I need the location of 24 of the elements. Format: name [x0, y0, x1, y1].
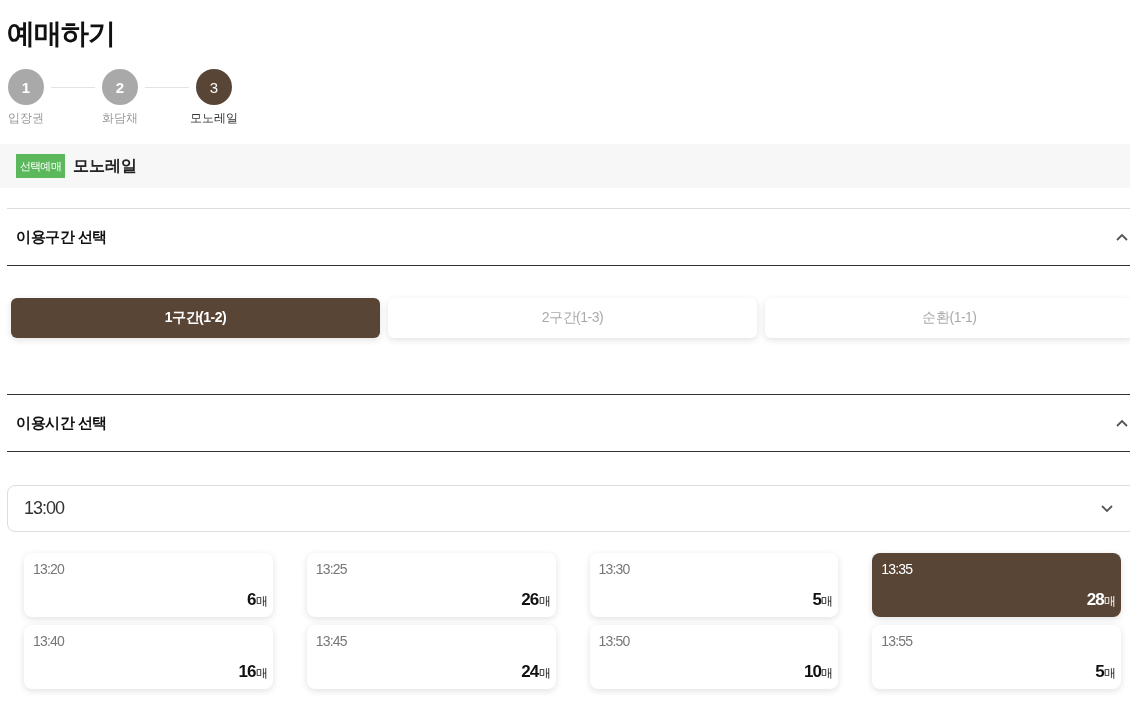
chevron-up-icon[interactable]	[1116, 419, 1128, 427]
section-title: 이용구간 선택	[16, 227, 107, 247]
time-slot-card[interactable]: 13:50 10매	[589, 625, 839, 689]
booking-type-badge: 선택예매	[16, 154, 65, 178]
step-label: 모노레일	[190, 110, 238, 126]
time-slot-card[interactable]: 13:40 16매	[24, 625, 273, 689]
route-option[interactable]: 1구간(1-2)	[11, 298, 380, 338]
time-slot-card[interactable]: 13:55 5매	[872, 625, 1121, 689]
selected-item-name: 모노레일	[72, 155, 137, 176]
hour-select[interactable]: 13:00	[7, 485, 1130, 532]
section-title: 이용시간 선택	[16, 413, 107, 433]
time-slot-card[interactable]: 13:30 5매	[589, 553, 839, 617]
time-slot-card[interactable]: 13:35 28매	[872, 553, 1121, 617]
chevron-down-icon[interactable]	[1101, 504, 1113, 513]
step-label: 화담채	[102, 110, 138, 126]
time-slot-card[interactable]: 13:25 26매	[306, 553, 556, 617]
step-label: 입장권	[8, 110, 44, 126]
time-slot-card[interactable]: 13:45 24매	[306, 625, 556, 689]
time-slot-card[interactable]: 13:20 6매	[24, 553, 273, 617]
step-number: 2	[102, 69, 138, 105]
step-number: 1	[8, 69, 44, 105]
chevron-up-icon[interactable]	[1116, 233, 1128, 241]
page-title: 예매하기	[7, 17, 116, 51]
step-number: 3	[196, 69, 232, 105]
